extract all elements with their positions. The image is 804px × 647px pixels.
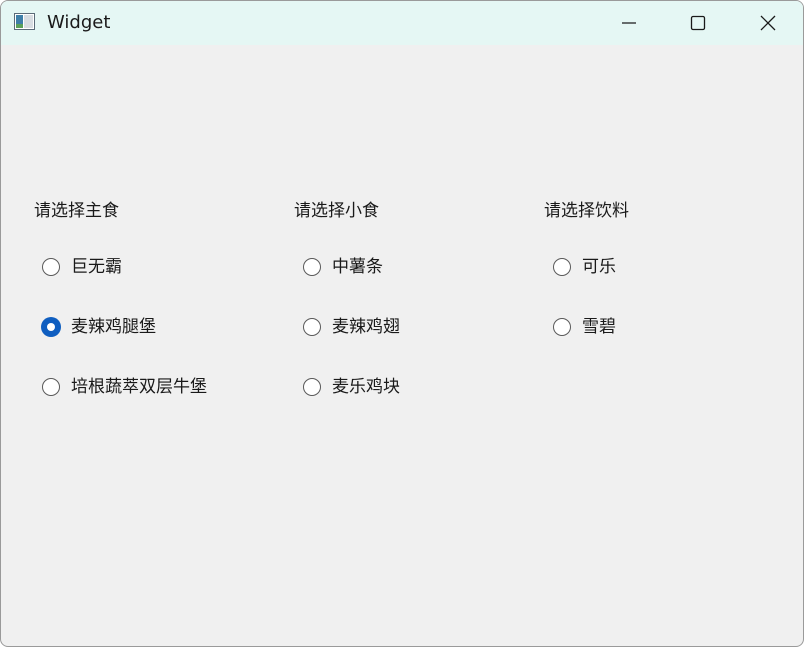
radio-label[interactable]: 雪碧	[582, 316, 616, 338]
radio-label[interactable]: 麦乐鸡块	[332, 376, 400, 398]
minimize-icon	[622, 22, 636, 24]
close-icon	[760, 15, 776, 31]
radio-label[interactable]: 中薯条	[332, 256, 383, 278]
radio-snack-option-2[interactable]: 麦辣鸡翅	[303, 315, 400, 339]
radio-indicator[interactable]	[42, 258, 60, 276]
radio-main-food-option-1[interactable]: 巨无霸	[42, 255, 122, 279]
radio-indicator[interactable]	[553, 258, 571, 276]
radio-indicator[interactable]	[303, 258, 321, 276]
radio-snack-option-1[interactable]: 中薯条	[303, 255, 383, 279]
radio-drink-option-1[interactable]: 可乐	[553, 255, 616, 279]
radio-indicator[interactable]	[303, 378, 321, 396]
radio-label[interactable]: 麦辣鸡翅	[332, 316, 400, 338]
window-title: Widget	[47, 12, 111, 33]
title-bar[interactable]: Widget	[1, 1, 803, 45]
minimize-button[interactable]	[594, 1, 664, 45]
radio-label[interactable]: 巨无霸	[71, 256, 122, 278]
radio-snack-option-3[interactable]: 麦乐鸡块	[303, 375, 400, 399]
maximize-button[interactable]	[663, 1, 733, 45]
radio-label[interactable]: 培根蔬萃双层牛堡	[71, 376, 207, 398]
app-window: Widget 请选择主食 巨无霸 麦辣鸡腿堡 培根蔬萃双层牛堡 请选择小食 中薯…	[0, 0, 804, 647]
radio-indicator[interactable]	[553, 318, 571, 336]
snack-group-label: 请选择小食	[294, 201, 379, 221]
main-food-group-label: 请选择主食	[34, 201, 119, 221]
radio-drink-option-2[interactable]: 雪碧	[553, 315, 616, 339]
radio-main-food-option-2[interactable]: 麦辣鸡腿堡	[41, 315, 156, 339]
maximize-icon	[690, 15, 706, 31]
radio-main-food-option-3[interactable]: 培根蔬萃双层牛堡	[42, 375, 207, 399]
radio-label[interactable]: 可乐	[582, 256, 616, 278]
drink-group-label: 请选择饮料	[544, 201, 629, 221]
radio-indicator[interactable]	[303, 318, 321, 336]
radio-indicator-checked[interactable]	[41, 317, 61, 337]
app-icon	[14, 13, 35, 30]
radio-indicator[interactable]	[42, 378, 60, 396]
close-button[interactable]	[733, 1, 803, 45]
radio-label[interactable]: 麦辣鸡腿堡	[71, 316, 156, 338]
